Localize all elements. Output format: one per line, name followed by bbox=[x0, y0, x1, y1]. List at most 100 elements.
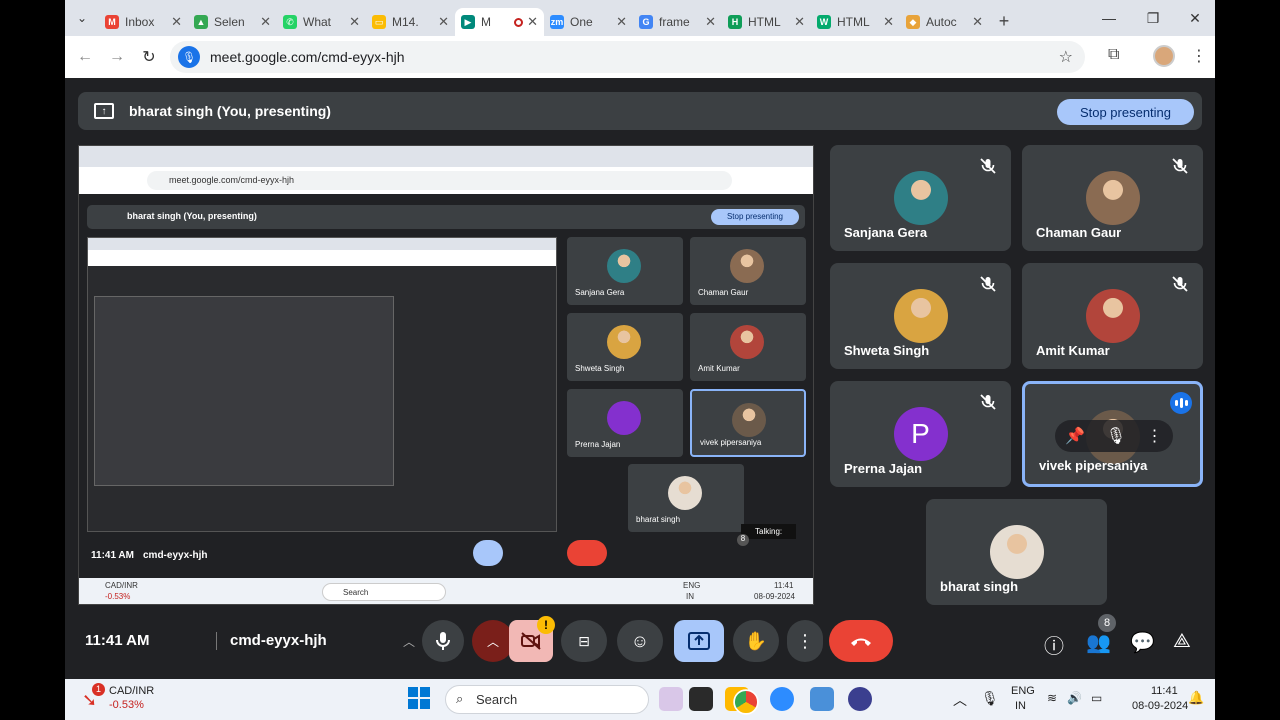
browser-tab[interactable]: M Inbox ✕ bbox=[99, 8, 188, 36]
html-icon: H bbox=[728, 15, 742, 29]
browser-tab[interactable]: zm One ✕ bbox=[544, 8, 633, 36]
close-tab-icon[interactable]: ✕ bbox=[794, 14, 805, 30]
raise-hand-button[interactable]: ✋ bbox=[733, 620, 779, 662]
extensions-icon[interactable]: ⧉ bbox=[1108, 46, 1119, 64]
browser-tab[interactable]: ▶ M ✕ bbox=[455, 8, 544, 36]
tile-mic-icon[interactable]: 🎙 bbox=[1106, 426, 1126, 446]
menu-kebab-icon[interactable]: ⋮ bbox=[1191, 46, 1207, 66]
tab-title: Autoc bbox=[926, 15, 957, 29]
close-tab-icon[interactable]: ✕ bbox=[616, 14, 627, 30]
browser-tab[interactable]: W HTML ✕ bbox=[811, 8, 900, 36]
participant-tile[interactable]: Amit Kumar bbox=[1022, 263, 1203, 369]
hand-icon: ✋ bbox=[744, 630, 768, 651]
tab-search-dropdown[interactable]: ⌄ bbox=[65, 0, 99, 36]
tile-more-icon[interactable]: ⋮ bbox=[1147, 426, 1163, 446]
close-tab-icon[interactable]: ✕ bbox=[260, 14, 271, 30]
notifications-bell-icon[interactable]: 🔔 bbox=[1188, 690, 1204, 706]
tab-title: Selen bbox=[214, 15, 245, 29]
mirror-participant-tile: Amit Kumar bbox=[690, 313, 806, 381]
participant-tile[interactable]: P Prerna Jajan bbox=[830, 381, 1011, 487]
language-region: IN bbox=[1015, 700, 1026, 712]
mirror-talking-label: Talking: bbox=[741, 524, 797, 539]
mirror-search-box: Search bbox=[322, 583, 446, 601]
taskbar-time[interactable]: 11:41 bbox=[1151, 685, 1178, 697]
mirror-taskbar: CAD/INR -0.53% Search ENG IN 11:41 08-09… bbox=[79, 578, 813, 604]
browser-tab[interactable]: H HTML ✕ bbox=[722, 8, 811, 36]
extension-icon: ◆ bbox=[906, 15, 920, 29]
profile-avatar[interactable] bbox=[1153, 45, 1175, 67]
participant-name: vivek pipersaniya bbox=[1039, 458, 1148, 473]
participant-tile[interactable]: vivek pipersaniya 📌 🎙 ⋮ bbox=[1022, 381, 1203, 487]
close-tab-icon[interactable]: ✕ bbox=[349, 14, 360, 30]
browser-tab[interactable]: ▭ M14. ✕ bbox=[366, 8, 455, 36]
video-options-chevron-icon[interactable]: ︿ bbox=[472, 620, 514, 662]
pin-icon[interactable]: 📌 bbox=[1065, 426, 1085, 446]
microphone-button[interactable] bbox=[422, 620, 464, 662]
mic-site-icon[interactable]: 🎙 bbox=[178, 46, 200, 68]
mirror-omnibox: meet.google.com/cmd-eyyx-hjh bbox=[147, 171, 732, 190]
taskbar-search-box[interactable]: ⌕ Search bbox=[445, 685, 649, 714]
eclipse-icon[interactable] bbox=[848, 687, 872, 711]
present-now-button[interactable] bbox=[674, 620, 724, 662]
wifi-icon[interactable]: ≋ bbox=[1047, 691, 1057, 705]
participant-tile[interactable]: Sanjana Gera bbox=[830, 145, 1011, 251]
meeting-info-icon[interactable]: ⓘ bbox=[1044, 630, 1064, 659]
zoom-app-icon[interactable] bbox=[770, 687, 794, 711]
browser-tab[interactable]: ▲ Selen ✕ bbox=[188, 8, 277, 36]
more-options-button[interactable]: ⋮ bbox=[787, 620, 823, 662]
participant-tile[interactable]: bharat singh bbox=[926, 499, 1107, 605]
mirror-participant-name: vivek pipersaniya bbox=[700, 438, 762, 447]
close-tab-icon[interactable]: ✕ bbox=[972, 14, 983, 30]
slides-icon: ▭ bbox=[372, 15, 386, 29]
leave-call-button[interactable] bbox=[829, 620, 893, 662]
captions-button[interactable]: ⊟ bbox=[561, 620, 607, 662]
participant-name: Amit Kumar bbox=[1036, 343, 1110, 358]
bookmark-star-icon[interactable]: ☆ bbox=[1059, 47, 1073, 67]
battery-icon[interactable]: ▭ bbox=[1091, 691, 1102, 705]
volume-icon[interactable]: 🔊 bbox=[1067, 691, 1082, 705]
show-hidden-icons-chevron-icon[interactable]: ︿ bbox=[953, 690, 967, 710]
search-icon: ⌕ bbox=[456, 691, 464, 706]
activities-icon[interactable]: ⟁ bbox=[1173, 630, 1191, 653]
emoji-icon: ☺ bbox=[630, 630, 650, 651]
omnibox[interactable]: 🎙 meet.google.com/cmd-eyyx-hjh ☆ bbox=[170, 41, 1085, 73]
app-icon[interactable] bbox=[689, 687, 713, 711]
close-window-button[interactable]: ✕ bbox=[1175, 0, 1215, 36]
close-tab-icon[interactable]: ✕ bbox=[527, 14, 538, 30]
close-tab-icon[interactable]: ✕ bbox=[883, 14, 894, 30]
mirror-avatar bbox=[607, 401, 641, 435]
participant-name: Chaman Gaur bbox=[1036, 225, 1122, 240]
notepad-icon[interactable] bbox=[810, 687, 834, 711]
browser-tab[interactable]: Gframe ✕ bbox=[633, 8, 722, 36]
close-tab-icon[interactable]: ✕ bbox=[171, 14, 182, 30]
call-control-bar: 11:41 AM cmd-eyyx-hjh ︿ ︿ ! ⊟ ☺ ✋ ⋮ ⓘ 👥 … bbox=[65, 612, 1215, 672]
mirror-participant-tile: Sanjana Gera bbox=[567, 237, 683, 305]
minimize-button[interactable]: — bbox=[1089, 0, 1129, 36]
chrome-icon[interactable] bbox=[733, 689, 759, 715]
language-code[interactable]: ENG bbox=[1011, 685, 1035, 697]
browser-tab[interactable]: ✆ What ✕ bbox=[277, 8, 366, 36]
close-tab-icon[interactable]: ✕ bbox=[705, 14, 716, 30]
stock-ticker[interactable]: CAD/INR bbox=[109, 685, 154, 697]
task-view-icon[interactable] bbox=[659, 687, 683, 711]
browser-tab[interactable]: ◆ Autoc ✕ bbox=[900, 8, 989, 36]
reload-button[interactable]: ↻ bbox=[133, 47, 165, 67]
close-tab-icon[interactable]: ✕ bbox=[438, 14, 449, 30]
windows-start-icon[interactable] bbox=[408, 687, 430, 709]
stop-presenting-button[interactable]: Stop presenting bbox=[1057, 99, 1194, 125]
mirror-participant-name: Chaman Gaur bbox=[698, 288, 749, 297]
new-tab-button[interactable]: + bbox=[989, 11, 1019, 32]
tab-title: Inbox bbox=[125, 15, 155, 29]
restore-button[interactable]: ❐ bbox=[1133, 0, 1173, 36]
participant-tile[interactable]: Chaman Gaur bbox=[1022, 145, 1203, 251]
audio-options-chevron-icon[interactable]: ︿ bbox=[399, 620, 419, 662]
people-icon[interactable]: 👥 bbox=[1086, 630, 1111, 655]
forward-button[interactable]: → bbox=[101, 48, 133, 66]
emoji-reactions-button[interactable]: ☺ bbox=[617, 620, 663, 662]
tab-title: HTML bbox=[837, 15, 870, 29]
tray-mic-icon[interactable]: 🎙 bbox=[981, 690, 999, 707]
participant-tile[interactable]: Shweta Singh bbox=[830, 263, 1011, 369]
back-button[interactable]: ← bbox=[69, 48, 101, 66]
chat-icon[interactable]: 💬 bbox=[1130, 630, 1155, 655]
nested-tab-bar bbox=[88, 238, 556, 250]
